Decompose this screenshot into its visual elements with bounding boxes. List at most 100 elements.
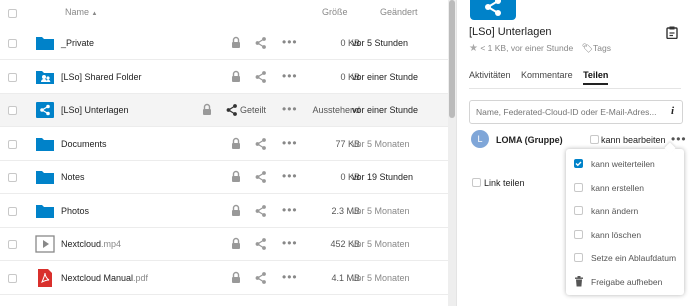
file-extension: .mp4 — [101, 239, 122, 249]
row-checkbox[interactable] — [8, 72, 17, 82]
table-row[interactable]: _Private ••• 0 KB vor 5 Stunden — [0, 27, 456, 60]
row-checkbox[interactable] — [8, 273, 17, 283]
file-basename: _Private — [61, 38, 95, 48]
folder-icon — [36, 204, 54, 218]
tab-activities[interactable]: Aktivitäten — [469, 70, 511, 83]
popover-item[interactable]: kann erstellen — [574, 181, 680, 195]
file-list-scrollbar-thumb[interactable] — [449, 0, 455, 118]
share-icon[interactable] — [254, 203, 268, 219]
file-name[interactable]: _Private — [61, 38, 94, 48]
can-edit-label[interactable]: kann bearbeiten — [601, 135, 666, 145]
file-modified: vor 5 Stunden — [352, 38, 409, 48]
info-icon[interactable]: i — [671, 105, 674, 117]
popover-checkbox[interactable] — [574, 159, 583, 168]
file-actions-more-icon[interactable]: ••• — [282, 237, 298, 253]
popover-item[interactable]: kann ändern — [574, 204, 680, 218]
popover-item-label: kann erstellen — [591, 182, 644, 193]
table-row[interactable]: Documents ••• 77 KB vor 5 Monaten — [0, 128, 456, 161]
file-name[interactable]: Nextcloud Manual.pdf — [61, 273, 148, 283]
lock-icon[interactable] — [229, 35, 243, 51]
file-name[interactable]: [LSo] Unterlagen — [61, 105, 129, 115]
table-row[interactable]: [LSo] Unterlagen Geteilt ••• Ausstehend vor … — [0, 94, 456, 127]
share-search-input[interactable] — [469, 100, 683, 124]
trash-icon[interactable] — [574, 275, 584, 287]
table-row[interactable]: Notes ••• 0 KB vor 19 Stunden — [0, 161, 456, 194]
table-row[interactable]: [LSo] Shared Folder ••• 0 KB vor einer Stun… — [0, 61, 456, 94]
row-checkbox[interactable] — [8, 39, 17, 48]
name-column-header[interactable]: Name ▲ — [65, 7, 97, 17]
file-modified: vor einer Stunde — [352, 71, 419, 82]
checkmark-icon — [575, 161, 582, 167]
table-row[interactable]: Nextcloud.mp4 ••• 452 KB vor 5 Monaten — [0, 228, 456, 261]
file-modified: vor 5 Monaten — [352, 239, 410, 249]
clipboard-icon[interactable] — [666, 26, 678, 39]
tags-button[interactable]: 🏷Tags — [582, 43, 611, 53]
share-icon[interactable] — [225, 102, 239, 118]
file-name[interactable]: Documents — [61, 139, 107, 149]
can-edit-checkbox[interactable] — [590, 135, 599, 144]
file-actions-more-icon[interactable]: ••• — [282, 103, 298, 119]
file-basename: Notes — [61, 172, 85, 182]
popover-checkbox[interactable] — [574, 206, 583, 215]
popover-item[interactable]: Setze ein Ablaufdatum — [574, 251, 680, 265]
share-link-checkbox[interactable] — [472, 178, 481, 187]
share-link-label[interactable]: Link teilen — [484, 178, 525, 188]
file-actions-more-icon[interactable]: ••• — [282, 271, 298, 287]
share-icon[interactable] — [254, 69, 268, 85]
row-checkbox[interactable] — [8, 139, 17, 149]
file-actions-more-icon[interactable]: ••• — [282, 36, 298, 52]
row-checkbox[interactable] — [8, 240, 17, 249]
popover-item[interactable]: kann weiterteilen — [574, 157, 680, 171]
size-column-header[interactable]: Größe — [322, 7, 348, 17]
popover-checkbox[interactable] — [574, 182, 583, 192]
share-options-more-icon[interactable]: ••• — [671, 132, 687, 146]
tab-comments[interactable]: Kommentare — [521, 70, 573, 83]
favorite-star-icon[interactable]: ★ — [469, 43, 478, 54]
file-actions-more-icon[interactable]: ••• — [282, 70, 298, 86]
shared-label[interactable]: Geteilt — [240, 105, 266, 115]
file-modified: vor einer Stunde — [352, 105, 419, 115]
lock-icon[interactable] — [229, 169, 243, 185]
sidebar-tabs: Aktivitäten Kommentare Teilen — [469, 70, 616, 85]
popover-checkbox[interactable] — [574, 253, 583, 262]
table-row[interactable]: Photos ••• 2.3 MB vor 5 Monaten — [0, 195, 456, 228]
select-all-checkbox[interactable] — [8, 9, 17, 18]
tab-sharing[interactable]: Teilen — [583, 70, 609, 85]
file-name[interactable]: Nextcloud.mp4 — [61, 239, 121, 249]
avatar: L — [471, 130, 489, 148]
row-checkbox[interactable] — [8, 206, 17, 216]
table-row[interactable]: Nextcloud Manual.pdf ••• 4.1 MB vor 5 Monat… — [0, 262, 456, 295]
lock-icon[interactable] — [229, 236, 243, 252]
file-basename: Documents — [61, 138, 107, 149]
row-checkbox[interactable] — [8, 106, 17, 115]
modified-column-header[interactable]: Geändert — [380, 7, 418, 17]
tabs-divider — [469, 88, 681, 89]
file-name[interactable]: [LSo] Shared Folder — [61, 72, 142, 82]
sidebar-file-title: [LSo] Unterlagen — [469, 26, 552, 38]
share-icon[interactable] — [254, 270, 268, 286]
share-icon[interactable] — [254, 236, 268, 252]
folder-icon — [36, 137, 54, 151]
popover-item[interactable]: kann löschen — [574, 228, 680, 242]
sidebar-file-meta: ★ < 1 KB, vor einer Stunde 🏷Tags — [469, 43, 611, 54]
file-actions-more-icon[interactable]: ••• — [282, 137, 298, 153]
file-basename: [LSo] Shared Folder — [61, 71, 142, 82]
lock-icon[interactable] — [229, 69, 243, 85]
lock-icon[interactable] — [229, 270, 243, 286]
row-checkbox[interactable] — [8, 173, 17, 182]
share-icon[interactable] — [254, 169, 268, 185]
popover-item[interactable]: Freigabe aufheben — [574, 275, 680, 289]
file-actions-more-icon[interactable]: ••• — [282, 204, 298, 220]
file-extension: .pdf — [133, 272, 149, 283]
lock-icon[interactable] — [200, 102, 214, 118]
sort-ascending-icon: ▲ — [91, 11, 98, 17]
lock-icon[interactable] — [229, 203, 243, 219]
file-name[interactable]: Photos — [61, 206, 89, 216]
share-icon[interactable] — [254, 136, 268, 152]
lock-icon[interactable] — [229, 136, 243, 152]
popover-item-label: kann ändern — [591, 206, 639, 216]
popover-checkbox[interactable] — [574, 229, 583, 239]
file-name[interactable]: Notes — [61, 172, 85, 182]
file-actions-more-icon[interactable]: ••• — [282, 170, 298, 186]
share-icon[interactable] — [254, 35, 268, 51]
